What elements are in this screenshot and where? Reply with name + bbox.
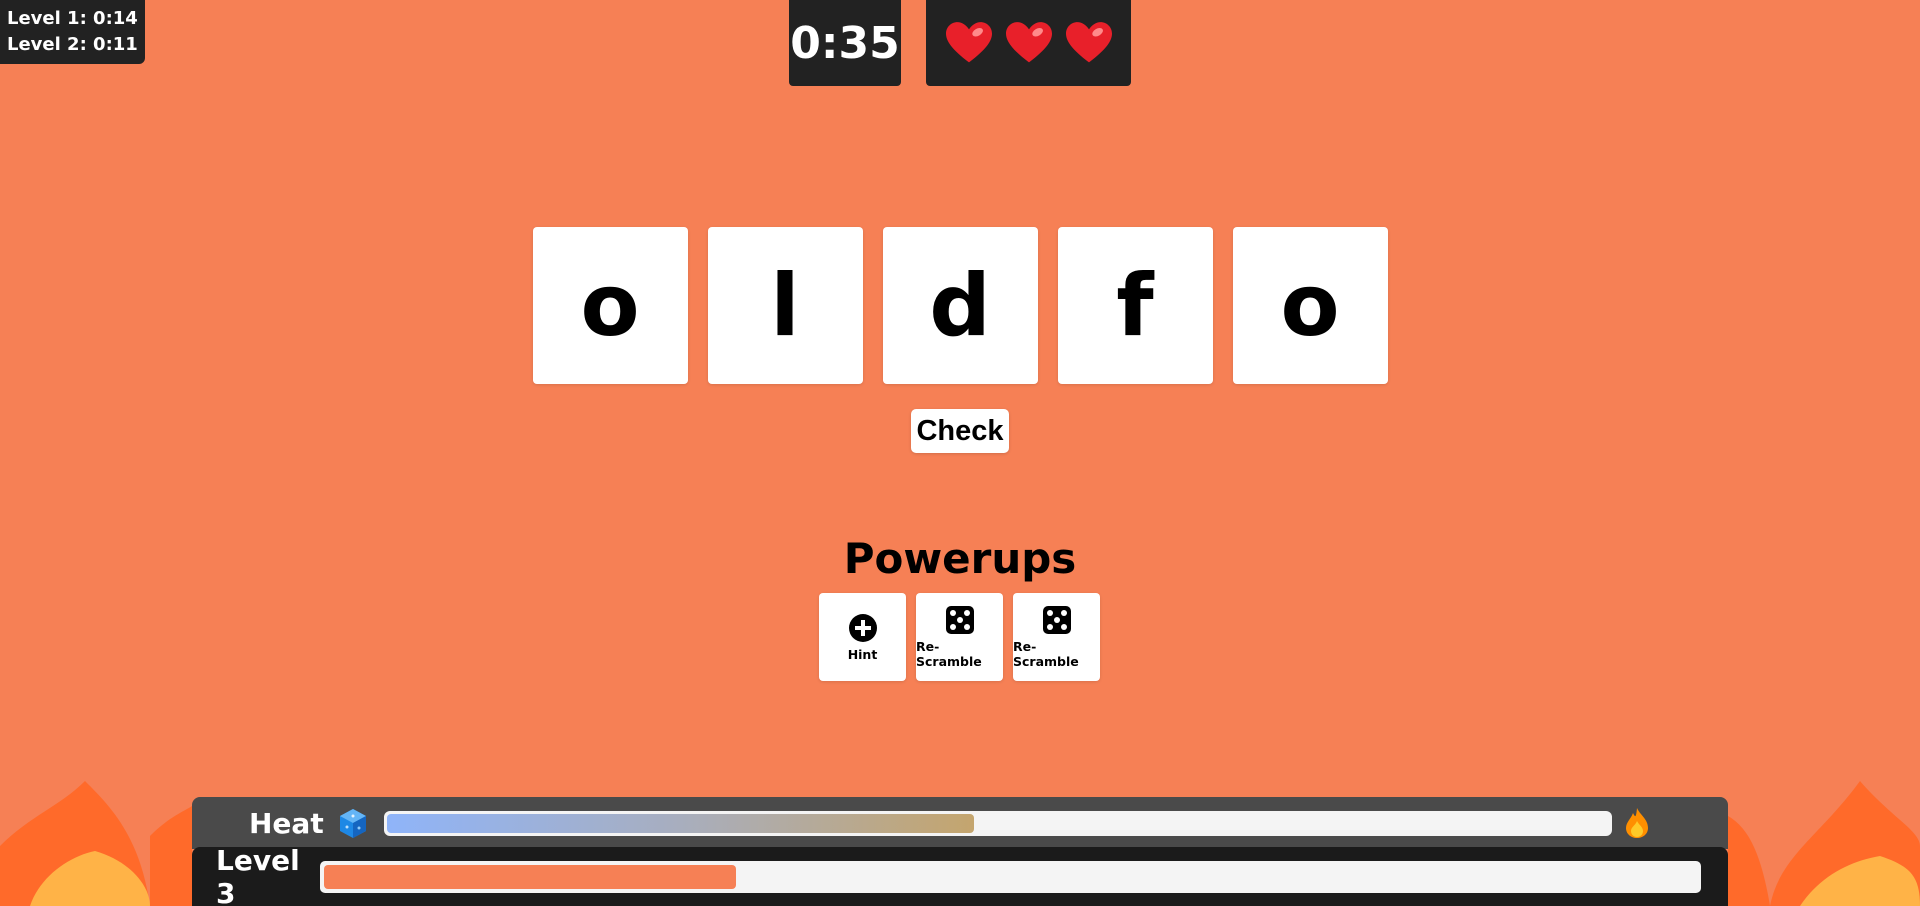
level-progress-track (320, 860, 1701, 893)
letter-tile[interactable]: o (1232, 227, 1388, 384)
fire-icon (1626, 808, 1648, 838)
level-time-2: Level 2: 0:11 (7, 34, 138, 55)
countdown-timer: 0:35 (789, 0, 901, 86)
letter-tile[interactable]: l (707, 227, 863, 384)
heart-icon (1065, 22, 1112, 63)
letter-tile[interactable]: o (532, 227, 688, 384)
level-progress-bar: Level 3 (192, 843, 1728, 906)
heat-progress-fill (387, 813, 974, 833)
heat-meter: Heat (192, 797, 1728, 849)
powerup-label: Re-Scramble (1013, 639, 1079, 669)
lives-panel (926, 0, 1131, 86)
dice-icon (945, 606, 974, 634)
powerup-label: Hint (847, 646, 878, 662)
heart-icon (945, 22, 992, 63)
heart-icon (1005, 22, 1052, 63)
powerups-title: Powerups (843, 534, 1077, 583)
powerup-label: Re-Scramble (916, 639, 982, 669)
rescramble-powerup-button[interactable]: Re-Scramble (1013, 593, 1100, 681)
heat-progress-track (384, 810, 1612, 836)
level-label: Level 3 (216, 843, 300, 906)
letter-tiles: o l d f o (0, 227, 1920, 384)
plus-circle-icon (848, 613, 877, 642)
level-progress-fill (324, 864, 736, 889)
rescramble-powerup-button[interactable]: Re-Scramble (916, 593, 1003, 681)
hint-powerup-button[interactable]: Hint (819, 593, 906, 681)
check-button[interactable]: Check (911, 409, 1009, 453)
powerups-list: Hint Re-Scramble Re-Scramble (819, 593, 1100, 681)
letter-tile[interactable]: d (882, 227, 1038, 384)
level-time-1: Level 1: 0:14 (7, 8, 138, 29)
level-times-panel: Level 1: 0:14 Level 2: 0:11 (0, 0, 145, 64)
ice-cube-icon (340, 809, 366, 838)
letter-tile[interactable]: f (1057, 227, 1213, 384)
heat-label: Heat (249, 806, 324, 840)
dice-icon (1042, 606, 1071, 634)
